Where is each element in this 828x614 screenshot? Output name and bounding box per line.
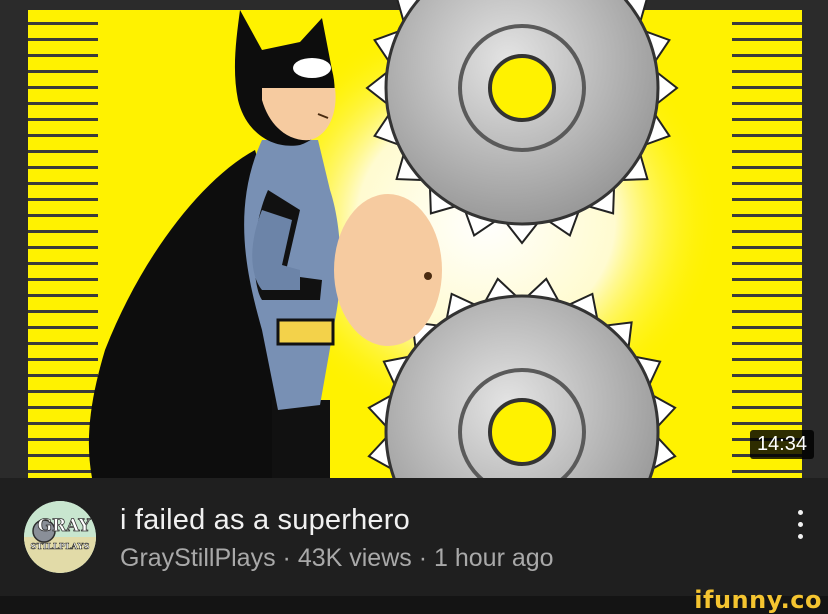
channel-name[interactable]: GrayStillPlays: [120, 544, 276, 572]
duration-badge: 14:34: [749, 430, 814, 459]
ifunny-watermark: ifunny.co: [694, 586, 822, 614]
video-thumbnail[interactable]: 14:34: [0, 0, 828, 478]
avatar-text-bottom: STILLPLAYS: [30, 542, 89, 552]
channel-avatar[interactable]: GRAY STILLPLAYS: [24, 501, 96, 573]
more-vert-icon[interactable]: [790, 506, 810, 542]
view-count: 43K views: [297, 544, 412, 572]
video-title[interactable]: i failed as a superhero: [120, 504, 410, 537]
avatar-text-top: GRAY: [37, 516, 91, 536]
upload-age: 1 hour ago: [434, 544, 554, 572]
video-meta[interactable]: GRAY STILLPLAYS i failed as a superhero …: [0, 478, 828, 596]
separator: ·: [418, 544, 428, 572]
separator: ·: [282, 544, 291, 572]
video-subline: GrayStillPlays · 43K views · 1 hour ago: [120, 544, 554, 573]
